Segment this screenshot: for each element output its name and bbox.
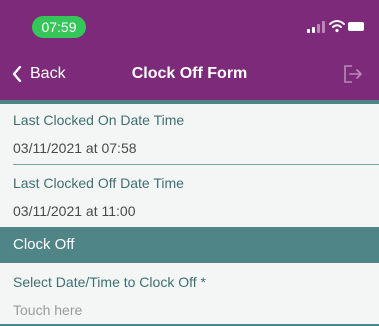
clock-off-datetime-picker[interactable]: Select Date/Time to Clock Off * Touch he…	[0, 263, 379, 326]
last-clocked-off-field: Last Clocked Off Date Time 03/11/2021 at…	[0, 174, 379, 220]
status-time: 07:59	[32, 16, 86, 38]
clock-off-datetime-label: Select Date/Time to Clock Off *	[13, 274, 206, 290]
last-clocked-on-label: Last Clocked On Date Time	[13, 112, 185, 128]
nav-bar: Back Clock Off Form	[0, 48, 379, 100]
last-clocked-off-label: Last Clocked Off Date Time	[13, 175, 184, 191]
last-clocked-off-value: 03/11/2021 at 11:00	[13, 203, 136, 219]
last-clocked-on-field: Last Clocked On Date Time 03/11/2021 at …	[0, 111, 379, 157]
clock-off-datetime-placeholder[interactable]: Touch here	[13, 301, 379, 319]
nav-accent-bar	[0, 100, 379, 104]
status-icons	[305, 19, 364, 35]
last-clocked-on-value: 03/11/2021 at 07:58	[13, 140, 137, 156]
divider	[13, 164, 379, 165]
wifi-icon	[329, 20, 345, 33]
exit-icon[interactable]	[343, 65, 363, 83]
app-screen: 07:59 Back Clock Off Form Last Clocked O…	[0, 0, 379, 326]
page-title: Clock Off Form	[131, 65, 248, 82]
section-header-clock-off: Clock Off	[0, 227, 379, 263]
battery-icon	[348, 22, 364, 31]
status-bar: 07:59	[0, 0, 379, 48]
